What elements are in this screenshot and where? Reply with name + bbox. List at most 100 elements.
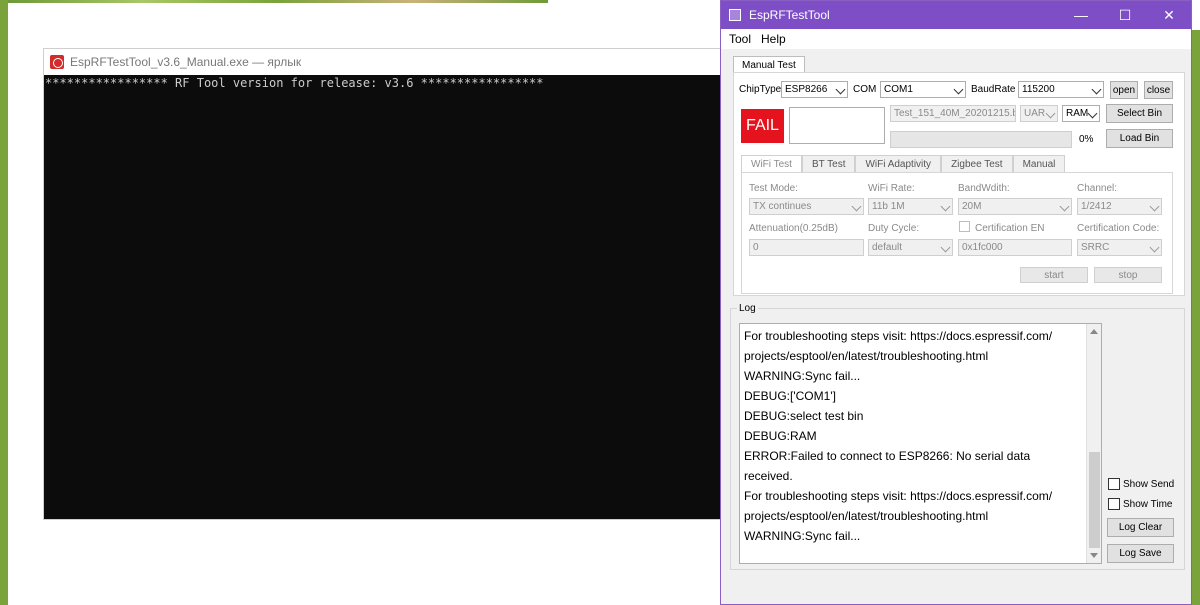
chevron-down-icon xyxy=(953,84,964,95)
wifi-rate-select[interactable]: 11b 1M xyxy=(868,198,953,215)
certification-en-checkbox[interactable] xyxy=(959,221,970,232)
ram-value: RAM xyxy=(1066,108,1089,119)
duty-cycle-select[interactable]: default xyxy=(868,239,953,256)
tab-wifi-test[interactable]: WiFi Test xyxy=(741,155,802,172)
log-output[interactable]: For troubleshooting steps visit: https:/… xyxy=(739,323,1102,564)
com-label: COM xyxy=(853,84,877,95)
show-time-label: Show Time xyxy=(1123,499,1173,510)
log-line: For troubleshooting steps visit: https:/… xyxy=(744,489,1053,503)
window-app-icon xyxy=(729,9,741,21)
log-line: WARNING:Sync fail... xyxy=(744,369,861,383)
log-line: DEBUG:select test bin xyxy=(744,409,864,423)
tab-zigbee-test[interactable]: Zigbee Test xyxy=(941,155,1013,172)
rf-test-tool-window[interactable]: EspRFTestTool — ☐ ✕ Tool Help Manual Tes… xyxy=(720,0,1192,605)
chevron-down-icon xyxy=(1091,84,1102,95)
tool-title: EspRFTestTool xyxy=(749,8,830,22)
scroll-down-icon[interactable] xyxy=(1090,553,1098,558)
minimize-icon[interactable]: — xyxy=(1059,1,1103,29)
bandwidth-select[interactable]: 20M xyxy=(958,198,1072,215)
bandwidth-value: 20M xyxy=(962,201,982,212)
log-line: projects/esptool/en/latest/troubleshooti… xyxy=(744,509,989,523)
tab-wifi-adaptivity[interactable]: WiFi Adaptivity xyxy=(855,155,942,172)
menu-bar: Tool Help xyxy=(721,29,1191,49)
bin-path-field[interactable]: Test_151_40M_20201215.bin xyxy=(890,105,1016,122)
baudrate-select[interactable]: 115200 xyxy=(1018,81,1104,98)
log-save-button[interactable]: Log Save xyxy=(1107,544,1174,563)
chevron-down-icon xyxy=(851,201,862,212)
start-button[interactable]: start xyxy=(1020,267,1088,283)
log-clear-button[interactable]: Log Clear xyxy=(1107,518,1174,537)
attenuation-input[interactable]: 0 xyxy=(749,239,864,256)
show-send-label: Show Send xyxy=(1123,479,1175,490)
log-title: Log xyxy=(737,303,758,314)
attenuation-label: Attenuation(0.25dB) xyxy=(749,223,838,234)
stop-button[interactable]: stop xyxy=(1094,267,1162,283)
open-button[interactable]: open xyxy=(1110,81,1138,99)
baudrate-value: 115200 xyxy=(1022,84,1055,95)
test-mode-label: Test Mode: xyxy=(749,183,798,194)
console-output-line: ***************** RF Tool version for re… xyxy=(45,76,544,90)
chevron-down-icon xyxy=(1149,242,1160,253)
test-mode-value: TX continues xyxy=(753,201,812,212)
console-window[interactable]: EspRFTestTool_v3.6_Manual.exe — ярлык **… xyxy=(43,48,733,520)
uart-value: UAR xyxy=(1024,108,1046,119)
show-time-checkbox[interactable] xyxy=(1108,498,1120,510)
certification-code-value: SRRC xyxy=(1081,242,1110,253)
chip-type-select[interactable]: ESP8266 xyxy=(781,81,848,98)
console-title: EspRFTestTool_v3.6_Manual.exe — ярлык xyxy=(70,55,302,69)
chevron-down-icon xyxy=(1087,108,1098,119)
bandwidth-label: BandWdith: xyxy=(958,183,1010,194)
log-scrollbar[interactable] xyxy=(1086,324,1101,563)
channel-value: 1/2412 xyxy=(1081,201,1112,212)
tool-titlebar[interactable]: EspRFTestTool — ☐ ✕ xyxy=(721,1,1191,29)
close-icon[interactable]: ✕ xyxy=(1147,1,1191,29)
certification-en-label: Certification EN xyxy=(975,223,1045,234)
desktop-wallpaper-left xyxy=(0,0,8,605)
ram-select[interactable]: RAM xyxy=(1062,105,1100,122)
chevron-down-icon xyxy=(1045,108,1056,119)
test-mode-select[interactable]: TX continues xyxy=(749,198,864,215)
wifi-rate-value: 11b 1M xyxy=(872,201,905,212)
tab-manual-test[interactable]: Manual Test xyxy=(733,56,805,73)
chevron-down-icon xyxy=(940,242,951,253)
certification-value-input[interactable]: 0x1fc000 xyxy=(958,239,1072,256)
chevron-down-icon xyxy=(1149,201,1160,212)
show-send-checkbox[interactable] xyxy=(1108,478,1120,490)
log-lines: For troubleshooting steps visit: https:/… xyxy=(744,326,1083,546)
channel-label: Channel: xyxy=(1077,183,1118,194)
test-type-tabs: WiFi Test BT Test WiFi Adaptivity Zigbee… xyxy=(741,155,1066,172)
maximize-icon[interactable]: ☐ xyxy=(1103,1,1147,29)
uart-select[interactable]: UAR xyxy=(1020,105,1058,122)
chip-type-label: ChipType xyxy=(739,84,782,95)
duty-cycle-value: default xyxy=(872,242,903,253)
chevron-down-icon xyxy=(1059,201,1070,212)
certification-code-label: Certification Code: xyxy=(1077,223,1160,234)
console-titlebar[interactable]: EspRFTestTool_v3.6_Manual.exe — ярлык xyxy=(44,49,732,75)
log-line: WARNING:Sync fail... xyxy=(744,529,861,543)
progress-percent: 0% xyxy=(1079,134,1094,145)
com-value: COM1 xyxy=(884,84,913,95)
desktop-wallpaper-top xyxy=(8,0,548,3)
close-port-button[interactable]: close xyxy=(1144,81,1173,99)
espressif-app-icon xyxy=(50,55,64,69)
menu-help[interactable]: Help xyxy=(757,32,790,46)
tab-bt-test[interactable]: BT Test xyxy=(801,155,856,172)
menu-tool[interactable]: Tool xyxy=(725,32,755,46)
log-line: For troubleshooting steps visit: https:/… xyxy=(744,329,1053,343)
channel-select[interactable]: 1/2412 xyxy=(1077,198,1162,215)
chevron-down-icon xyxy=(835,84,846,95)
desktop-wallpaper-right xyxy=(1192,30,1200,605)
duty-cycle-label: Duty Cycle: xyxy=(868,223,920,234)
baudrate-label: BaudRate xyxy=(971,84,1016,95)
select-bin-button[interactable]: Select Bin xyxy=(1106,104,1173,123)
load-progress-bar xyxy=(890,131,1072,148)
com-select[interactable]: COM1 xyxy=(880,81,966,98)
certification-code-select[interactable]: SRRC xyxy=(1077,239,1162,256)
status-badge: FAIL xyxy=(741,109,784,143)
tab-manual[interactable]: Manual xyxy=(1012,155,1066,172)
load-bin-button[interactable]: Load Bin xyxy=(1106,129,1173,148)
scroll-up-icon[interactable] xyxy=(1090,329,1098,334)
chevron-down-icon xyxy=(940,201,951,212)
scroll-thumb[interactable] xyxy=(1089,452,1100,548)
console-screen[interactable]: ***************** RF Tool version for re… xyxy=(44,75,732,519)
